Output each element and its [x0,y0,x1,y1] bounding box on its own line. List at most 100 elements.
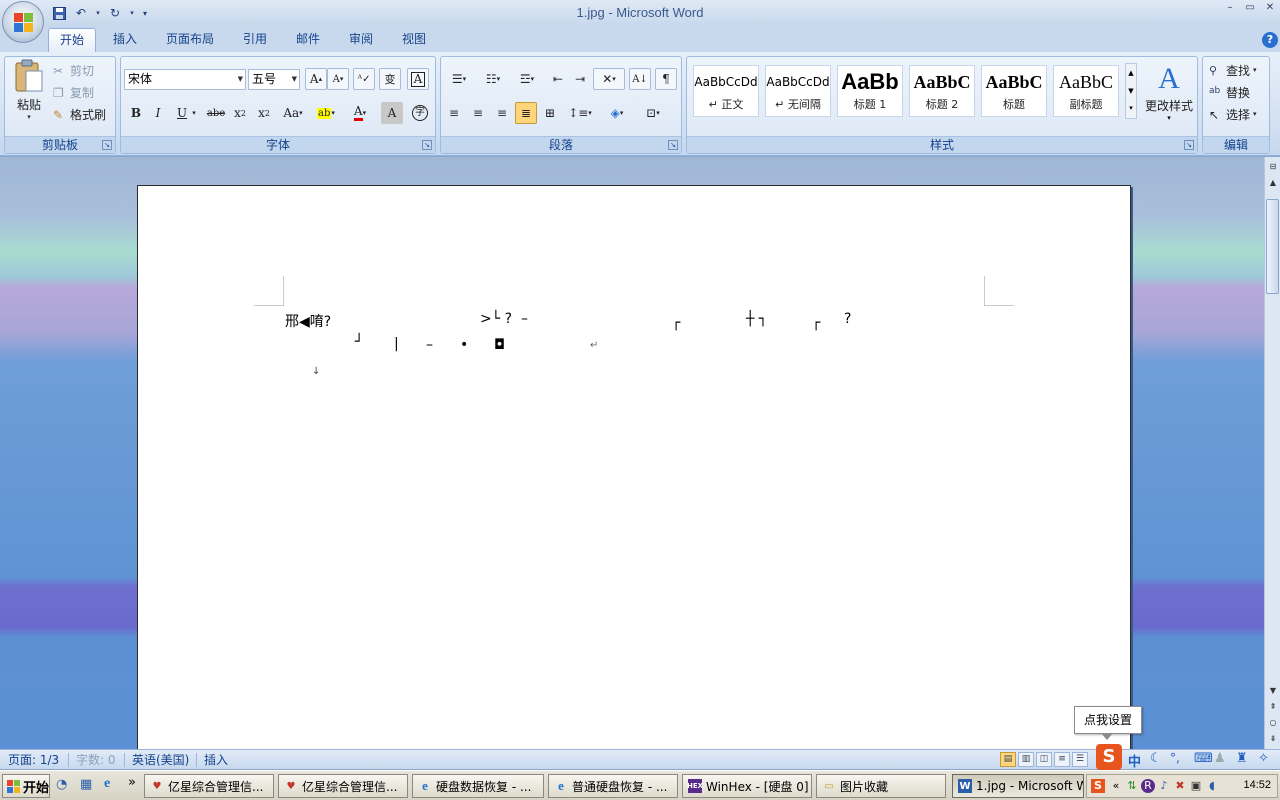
chevron-down-icon[interactable]: ▼ [1126,82,1136,100]
tab-home[interactable]: 开始 [48,28,96,52]
ruler-toggle-icon[interactable]: ⊟ [1265,159,1280,175]
style-no-spacing[interactable]: AaBbCcDd ↵ 无间隔 [765,65,831,117]
scroll-thumb[interactable] [1266,199,1279,294]
sogou-ime-icon[interactable]: S [1096,744,1122,770]
maximize-icon[interactable]: ▭ [1244,2,1256,14]
paste-dropdown-icon[interactable]: ▾ [11,113,47,121]
browse-object-icon[interactable]: ○ [1265,715,1280,731]
decrease-indent-button[interactable]: ⇤ [547,68,569,90]
show-marks-button[interactable]: ¶ [655,68,677,90]
style-heading-1[interactable]: AaBb 标题 1 [837,65,903,117]
paste-button[interactable]: 粘贴 ▾ [11,59,47,129]
draft-view-icon[interactable]: ☰ [1072,752,1088,767]
sort-button[interactable]: A↓ [629,68,651,90]
line-spacing-button[interactable]: ↕≡ ▾ [565,102,595,124]
task-item[interactable]: ▭ 图片收藏 [816,774,946,798]
highlight-button[interactable]: ab ▾ [311,102,341,124]
task-item[interactable]: ♥ 亿星综合管理信... [144,774,274,798]
task-item-active[interactable]: W 1.jpg - Microsoft W... [952,774,1084,798]
chevron-up-icon[interactable]: ▲ [1126,64,1136,82]
clear-format-button[interactable]: ᴬ✓ [353,68,375,90]
grow-font-button[interactable]: A ▴ [305,68,327,90]
language-indicator[interactable]: 英语(美国) [132,752,189,768]
shading-button[interactable]: ◈ ▾ [601,102,633,124]
start-button[interactable]: 开始 [2,774,50,798]
select-button[interactable]: ↖ 选择 ▾ [1209,103,1257,125]
subscript-button[interactable]: x2 [229,102,251,124]
previous-page-icon[interactable]: ⇞ [1265,699,1280,715]
web-layout-icon[interactable]: ◫ [1036,752,1052,767]
char-shading-button[interactable]: A [381,102,403,124]
align-left-button[interactable]: ≡ [443,102,465,124]
font-color-button[interactable]: A ▾ [345,102,375,124]
task-item[interactable]: ♥ 亿星综合管理信... [278,774,408,798]
align-right-button[interactable]: ≡ [491,102,513,124]
style-normal[interactable]: AaBbCcDd ↵ 正文 [693,65,759,117]
show-desktop-icon[interactable]: ▦ [80,777,92,792]
print-layout-view-icon[interactable]: ▤ [1000,752,1016,767]
style-title[interactable]: AaBbC 标题 [981,65,1047,117]
styles-launcher-icon[interactable]: ↘ [1184,140,1194,150]
font-size-combo[interactable]: 五号 ▼ [248,69,300,90]
task-item[interactable]: HEX WinHex - [硬盘 0] [682,774,812,798]
user-icon[interactable]: ♟ [1214,751,1226,766]
justify-button[interactable]: ≣ [515,102,537,124]
sogou-tray-icon[interactable]: S [1091,779,1105,793]
format-painter-button[interactable]: ✎ 格式刷 [53,103,106,125]
volume-icon[interactable]: ♪ [1157,779,1171,793]
monitor-icon[interactable]: ▣ [1189,779,1203,793]
italic-button[interactable]: I [147,102,169,124]
cut-button[interactable]: ✂ 剪切 [53,59,94,81]
internet-explorer-icon[interactable]: e [104,776,110,792]
security-icon[interactable]: ✖ [1173,779,1187,793]
more-styles-icon[interactable]: ▾ [1126,100,1136,116]
r-app-icon[interactable]: R [1141,779,1155,793]
style-heading-2[interactable]: AaBbC 标题 2 [909,65,975,117]
borders-button[interactable]: ⊡ ▾ [637,102,669,124]
tray-expand-icon[interactable]: « [1109,779,1123,793]
network-icon[interactable]: ⇅ [1125,779,1139,793]
tab-view[interactable]: 视图 [392,28,436,52]
style-subtitle[interactable]: AaBbC 副标题 [1053,65,1119,117]
wrench-icon[interactable]: ✧ [1258,751,1269,766]
tab-insert[interactable]: 插入 [103,28,147,52]
change-styles-button[interactable]: A 更改样式 ▾ [1141,61,1197,135]
help-icon[interactable]: ? [1262,32,1278,48]
paragraph-launcher-icon[interactable]: ↘ [668,140,678,150]
clipboard-launcher-icon[interactable]: ↘ [102,140,112,150]
moon-icon[interactable]: ☾ [1150,751,1162,766]
minimize-icon[interactable]: – [1224,2,1236,14]
outline-view-icon[interactable]: ≡ [1054,752,1070,767]
superscript-button[interactable]: x2 [253,102,275,124]
shrink-font-button[interactable]: A ▾ [327,68,349,90]
find-button[interactable]: ⚲ 查找 ▾ [1209,59,1257,81]
tab-page-layout[interactable]: 页面布局 [157,28,223,52]
copy-button[interactable]: ❐ 复制 [53,81,94,103]
scroll-up-icon[interactable]: ▲ [1265,175,1280,191]
skin-icon[interactable]: ♜ [1236,751,1248,766]
full-screen-reading-icon[interactable]: ▥ [1018,752,1034,767]
tab-mailings[interactable]: 邮件 [286,28,330,52]
close-icon[interactable]: ✕ [1264,2,1276,14]
replace-button[interactable]: ab 替换 [1209,81,1250,103]
phonetic-guide-button[interactable]: 变 [379,68,401,90]
font-launcher-icon[interactable]: ↘ [422,140,432,150]
scroll-down-icon[interactable]: ▼ [1265,683,1280,699]
task-item[interactable]: e 普通硬盘恢复 - ... [548,774,678,798]
increase-indent-button[interactable]: ⇥ [569,68,591,90]
keyboard-icon[interactable]: ⌨ [1194,751,1213,766]
change-case-button[interactable]: Aa ▾ [279,102,307,124]
font-name-combo[interactable]: 宋体 ▼ [124,69,246,90]
multilevel-button[interactable]: ☲ ▾ [511,68,543,90]
enclose-char-button[interactable]: 字 [409,102,431,124]
char-border-button[interactable]: A [407,68,429,90]
quick-launch-ie-alt-icon[interactable]: ◔ [56,777,67,792]
bold-button[interactable]: B [125,102,147,124]
speaker-icon[interactable]: ◖ [1205,779,1219,793]
styles-scroller[interactable]: ▲ ▼ ▾ [1125,63,1137,119]
document-page[interactable]: 邢◀唷? >└ ? – ┌ ┼ ┐ ┌ ? ┘ | – • ◘ ↵ ↓ [137,185,1131,755]
quick-launch-more-icon[interactable]: » [128,775,136,790]
next-page-icon[interactable]: ⇟ [1265,731,1280,747]
numbering-button[interactable]: ☷ ▾ [477,68,509,90]
insert-mode-indicator[interactable]: 插入 [204,752,228,768]
